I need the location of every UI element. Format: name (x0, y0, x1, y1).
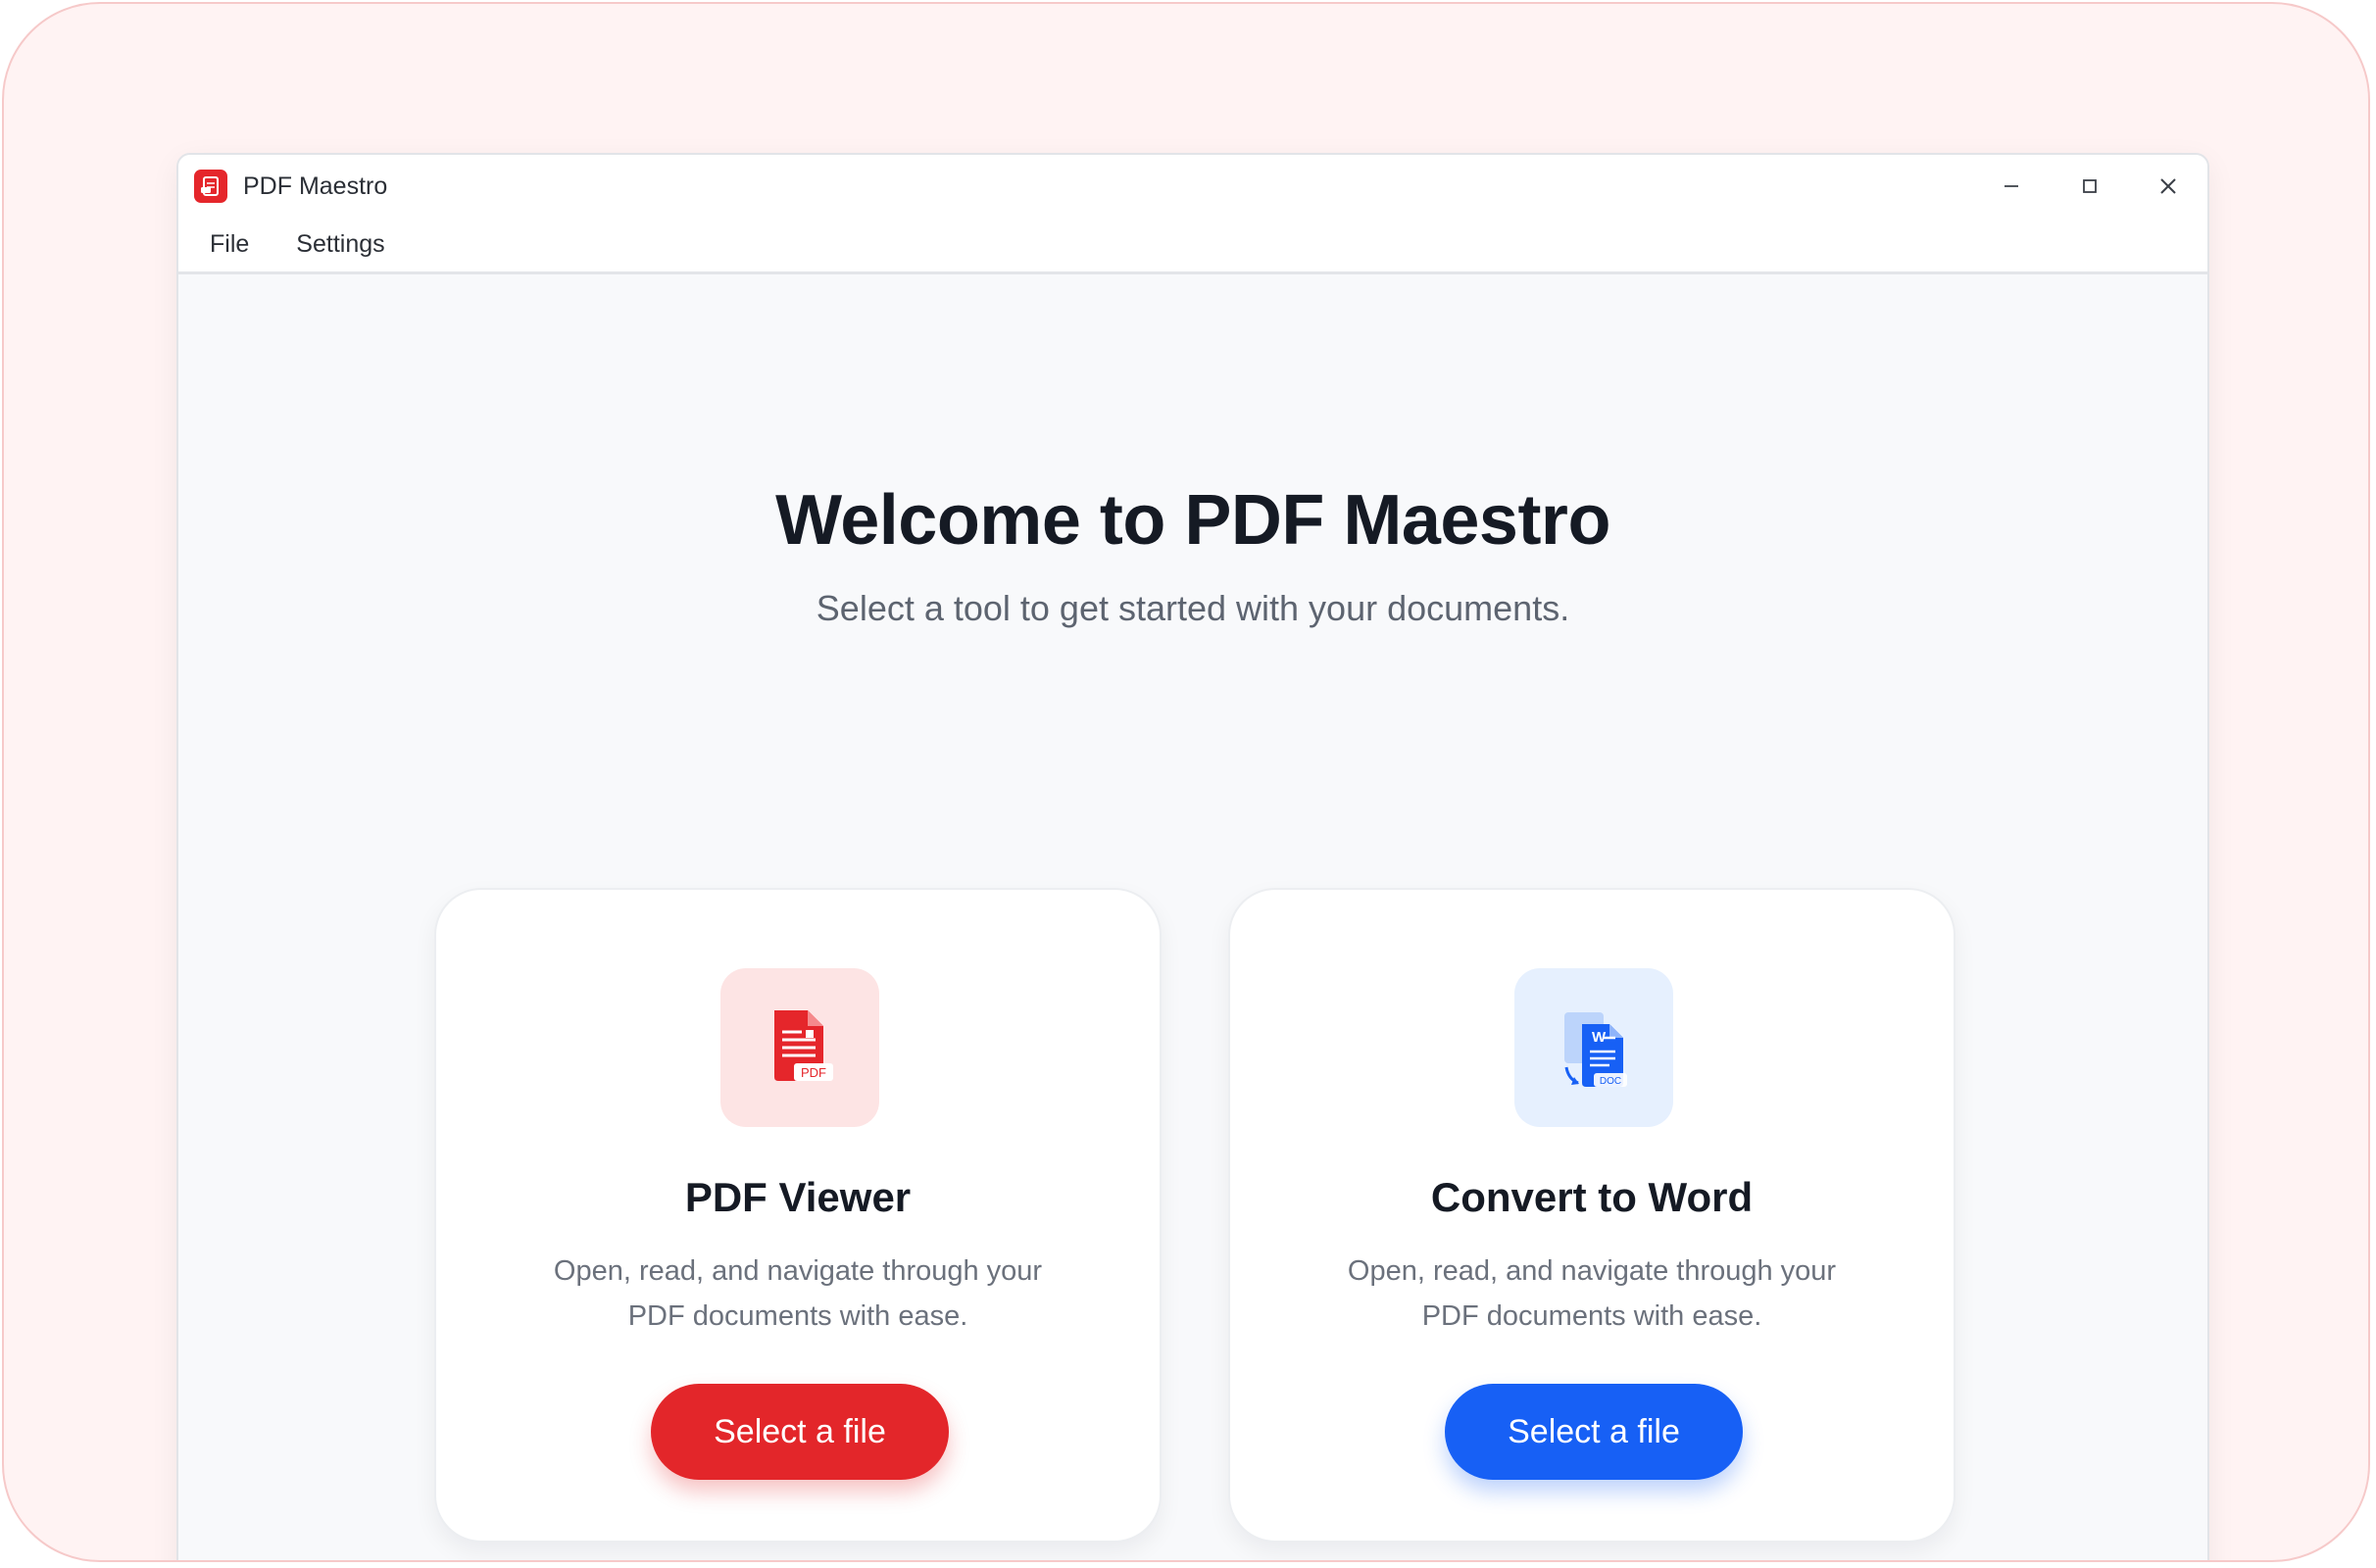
page-subtitle: Select a tool to get started with your d… (816, 588, 1570, 628)
menu-bar: File Settings (178, 218, 2207, 274)
menu-settings[interactable]: Settings (296, 230, 384, 259)
maximize-button[interactable] (2051, 155, 2129, 218)
background-frame: PDF Maestro File Settings Welcome to PDF… (2, 2, 2370, 1562)
pdf-viewer-select-file-button[interactable]: Select a file (651, 1384, 949, 1480)
word-doc-icon: W DOC (1514, 968, 1673, 1127)
convert-to-word-select-file-button[interactable]: Select a file (1445, 1384, 1743, 1480)
app-window: PDF Maestro File Settings Welcome to PDF… (176, 153, 2209, 1560)
convert-to-word-description: Open, read, and navigate through your PD… (1347, 1255, 1837, 1332)
pdf-maestro-logo-icon (194, 170, 227, 203)
main-content: Welcome to PDF Maestro Select a tool to … (178, 274, 2207, 1560)
maximize-icon (2083, 179, 2097, 193)
page-title: Welcome to PDF Maestro (775, 481, 1610, 560)
pdf-viewer-card: PDF PDF Viewer Open, read, and navigate … (434, 888, 1162, 1543)
close-button[interactable] (2129, 155, 2207, 218)
window-controls (1972, 155, 2207, 218)
menu-file[interactable]: File (210, 230, 249, 259)
minimize-button[interactable] (1972, 155, 2051, 218)
doc-badge-text: DOC (1600, 1076, 1621, 1087)
convert-to-word-title: Convert to Word (1430, 1174, 1754, 1220)
pdf-file-icon: PDF (720, 968, 879, 1127)
pdf-viewer-title: PDF Viewer (684, 1174, 912, 1220)
convert-to-word-card: W DOC Convert to Word Open, read, and na… (1228, 888, 1955, 1543)
pdf-badge-text: PDF (801, 1065, 826, 1080)
title-bar: PDF Maestro (178, 155, 2207, 218)
pdf-viewer-description: Open, read, and navigate through your PD… (553, 1255, 1043, 1332)
window-title: PDF Maestro (243, 172, 388, 200)
close-icon (2160, 178, 2176, 194)
minimize-icon (2005, 185, 2018, 187)
